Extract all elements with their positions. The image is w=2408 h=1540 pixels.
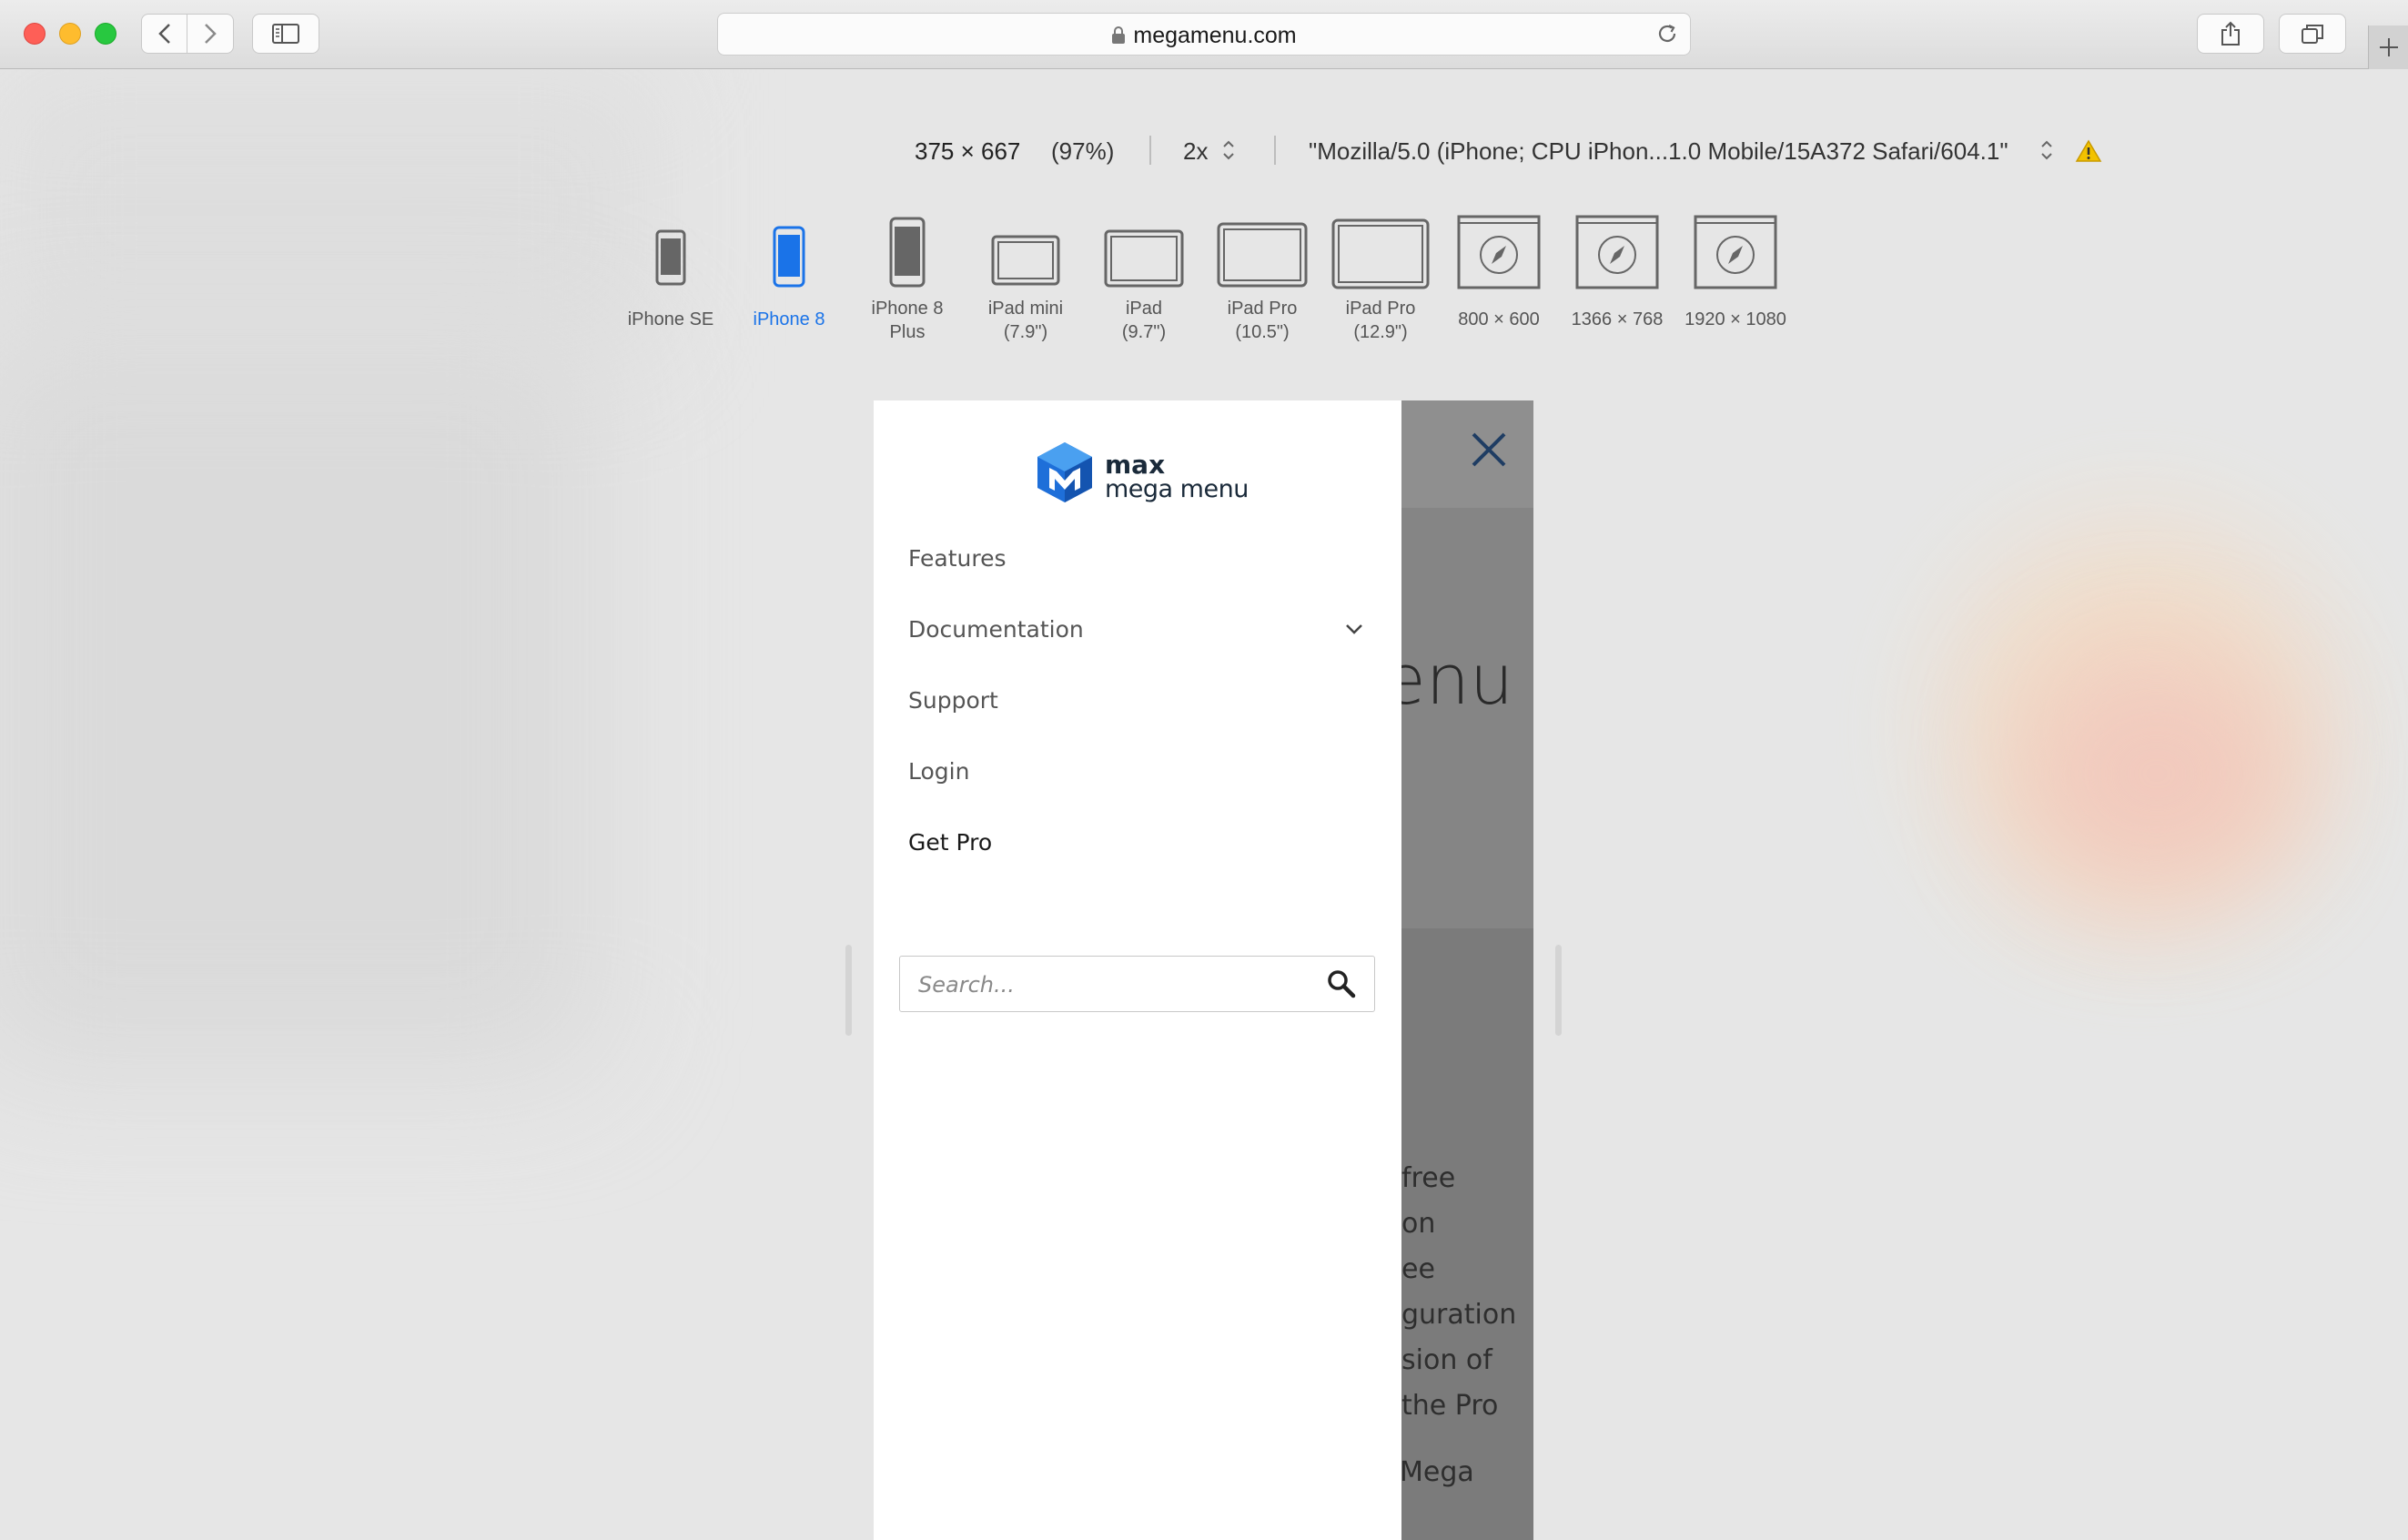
menu-item-label: Get Pro <box>908 829 993 856</box>
logo-cube-icon <box>1037 442 1092 502</box>
menu-item-login[interactable]: Login <box>908 745 1374 799</box>
tablet-icon <box>1331 218 1430 289</box>
address-bar[interactable]: megamenu.com <box>717 13 1691 56</box>
logo-word-mega-menu: mega menu <box>1105 475 1249 503</box>
text-fragment: the Pro <box>1401 1390 1499 1422</box>
background-blur <box>2020 655 2293 892</box>
safari-window-icon <box>1457 215 1541 289</box>
back-button[interactable] <box>141 14 187 54</box>
tab-overview-button[interactable] <box>2279 14 2346 54</box>
resize-handle-right[interactable] <box>1555 945 1562 1036</box>
text-fragment: guration <box>1401 1299 1517 1331</box>
url-text: megamenu.com <box>1133 23 1297 48</box>
safari-window-icon <box>1694 215 1777 289</box>
lock-icon <box>1112 26 1126 44</box>
text-fragment: Mega <box>1400 1456 1474 1488</box>
text-fragment: sion of <box>1401 1344 1492 1376</box>
menu-item-label: Support <box>908 687 998 714</box>
search-input[interactable]: Search... <box>899 956 1375 1012</box>
background-blur <box>0 73 655 346</box>
share-icon <box>2221 21 2240 46</box>
menu-item-documentation[interactable]: Documentation <box>908 603 1374 657</box>
sidebar-icon <box>272 24 299 44</box>
viewport-zoom: (97%) <box>1051 137 1115 165</box>
pixel-ratio-select[interactable]: 2x <box>1183 137 1208 166</box>
chevron-updown-icon[interactable] <box>2039 137 2055 163</box>
menu-item-label: Login <box>908 758 970 785</box>
background-blur <box>0 328 601 1074</box>
tablet-icon <box>1104 229 1184 288</box>
tablet-icon <box>1217 222 1308 288</box>
warning-icon[interactable] <box>2075 139 2102 163</box>
browser-toolbar: megamenu.com <box>0 0 2408 69</box>
search-placeholder: Search... <box>918 972 1015 998</box>
menu-item-label: Documentation <box>908 616 1084 643</box>
share-button[interactable] <box>2197 14 2264 54</box>
separator <box>1274 136 1276 165</box>
viewport-size: 375 × 667 <box>915 137 1021 165</box>
device-label: 1920 × 1080 <box>1685 309 1786 329</box>
text-fragment: free <box>1401 1162 1456 1194</box>
new-tab-button[interactable] <box>2368 25 2408 69</box>
close-window-button[interactable] <box>24 23 46 45</box>
menu-item-label: Features <box>908 545 1007 572</box>
tablet-icon <box>991 235 1060 286</box>
phone-icon <box>889 217 926 288</box>
phone-icon <box>773 226 805 288</box>
menu-item-support[interactable]: Support <box>908 674 1374 728</box>
mobile-menu-drawer: max mega menu Features Documentation Sup… <box>874 400 1401 1540</box>
phone-icon <box>655 229 686 286</box>
user-agent-select[interactable]: "Mozilla/5.0 (iPhone; CPU iPhon...1.0 Mo… <box>1309 137 2008 166</box>
page-paragraph-behind: free on ee guration sion of the Pro <box>1401 1156 1516 1429</box>
reload-icon[interactable] <box>1655 22 1679 46</box>
text-fragment: on <box>1401 1208 1436 1240</box>
menu-item-get-pro[interactable]: Get Pro <box>908 816 1374 870</box>
plus-icon <box>2380 38 2398 56</box>
minimize-window-button[interactable] <box>59 23 81 45</box>
page-heading-fragment: enu <box>1383 639 1514 720</box>
text-fragment: ee <box>1401 1253 1435 1285</box>
separator <box>1149 136 1151 165</box>
device-viewport: enu free on ee guration sion of the Pro … <box>874 400 1533 1540</box>
zoom-window-button[interactable] <box>95 23 116 45</box>
chevron-down-icon[interactable] <box>1345 623 1363 635</box>
chevron-left-icon <box>157 24 170 44</box>
search-icon[interactable] <box>1327 969 1356 998</box>
responsive-design-bar: 375 × 667 (97%) 2x "Mozilla/5.0 (iPhone;… <box>0 132 2408 172</box>
chevron-right-icon <box>205 24 217 44</box>
safari-window-icon <box>1575 215 1659 289</box>
forward-button[interactable] <box>187 14 234 54</box>
chevron-updown-icon[interactable] <box>1220 137 1237 163</box>
sidebar-button[interactable] <box>252 14 319 54</box>
menu-item-features[interactable]: Features <box>908 532 1374 586</box>
tabs-icon <box>2302 25 2323 44</box>
resize-handle-left[interactable] <box>845 945 852 1036</box>
close-icon[interactable] <box>1470 431 1508 469</box>
